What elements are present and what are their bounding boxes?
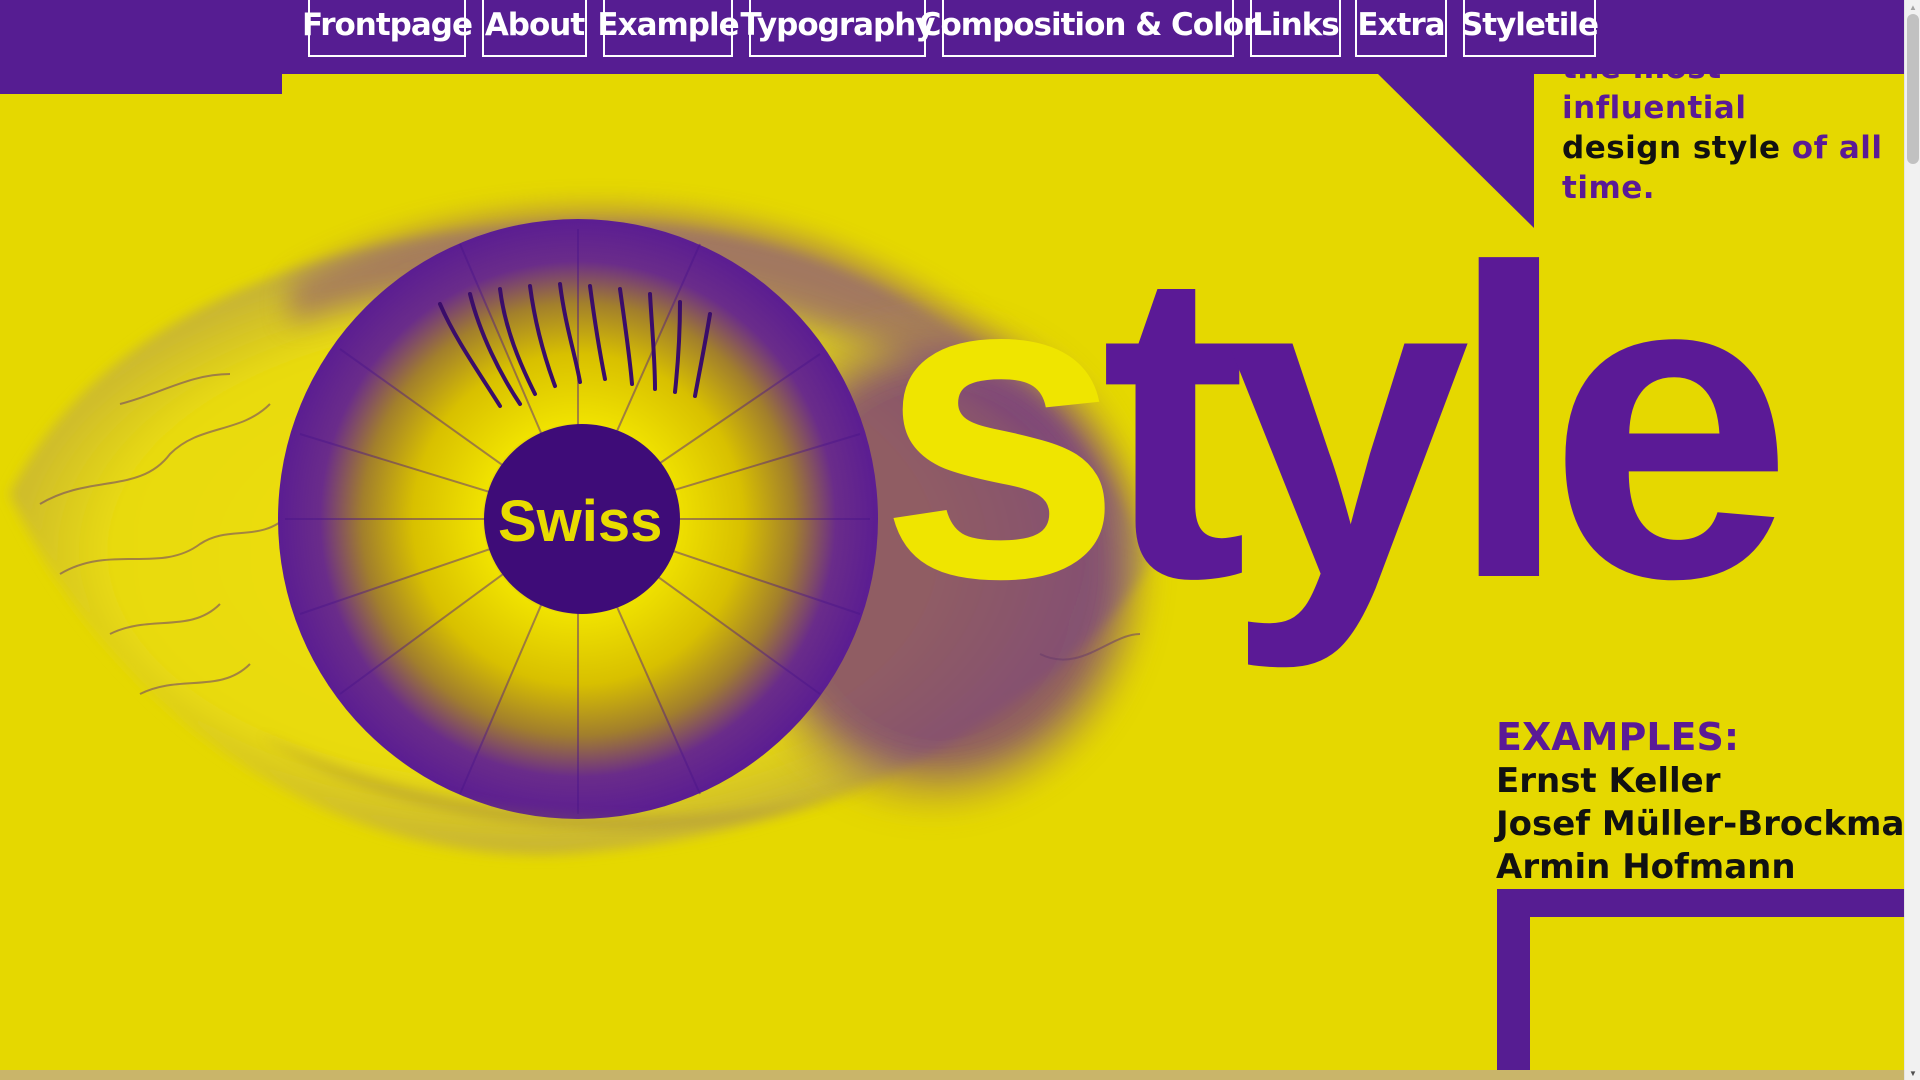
nav-links[interactable]: Links [1250, 0, 1341, 57]
examples-section: EXAMPLES: Ernst Keller Josef Müller-Broc… [1496, 714, 1904, 889]
nav-composition-color[interactable]: Composition & Color [919, 0, 1258, 57]
vertical-scrollbar[interactable]: ▲ ▼ [1904, 0, 1920, 1080]
tagline-highlight: design style [1562, 130, 1781, 166]
nav-typography[interactable]: Typography [740, 0, 936, 57]
triangle-down-icon[interactable]: ▼ [1905, 1066, 1920, 1080]
tagline-line2-rest: of all [1780, 130, 1883, 166]
page-viewport: Swiss style the most influential design … [0, 0, 1904, 1080]
triangle-up-icon[interactable]: ▲ [1905, 0, 1920, 14]
scrollbar-thumb[interactable] [1907, 14, 1919, 164]
bottom-strip [0, 1070, 1904, 1080]
decorative-frame [1497, 889, 1904, 1080]
nav-extra[interactable]: Extra [1355, 0, 1447, 57]
nav-about[interactable]: About [482, 0, 587, 57]
top-navigation: Frontpage About Example Typography Compo… [0, 0, 1904, 74]
example-designer: Josef Müller-Brockmann [1496, 804, 1904, 844]
example-designer: Ernst Keller [1496, 761, 1721, 801]
tagline-line2: design style of all [1562, 128, 1902, 168]
nav-styletile[interactable]: Styletile [1461, 0, 1599, 57]
big-word-rest: tyle [1100, 179, 1793, 670]
big-word-first-letter: s [878, 179, 1123, 670]
tagline-line3: time. [1562, 170, 1656, 206]
nav-frontpage[interactable]: Frontpage [302, 0, 473, 57]
examples-title: EXAMPLES: [1496, 715, 1740, 759]
header-accent-bar [0, 74, 282, 94]
example-designer: Armin Hofmann [1496, 847, 1796, 887]
big-word-style: style [878, 205, 1793, 645]
corner-triangle [1378, 74, 1534, 228]
nav-example[interactable]: Example [597, 0, 740, 57]
pupil-label-swiss: Swiss [498, 489, 663, 554]
